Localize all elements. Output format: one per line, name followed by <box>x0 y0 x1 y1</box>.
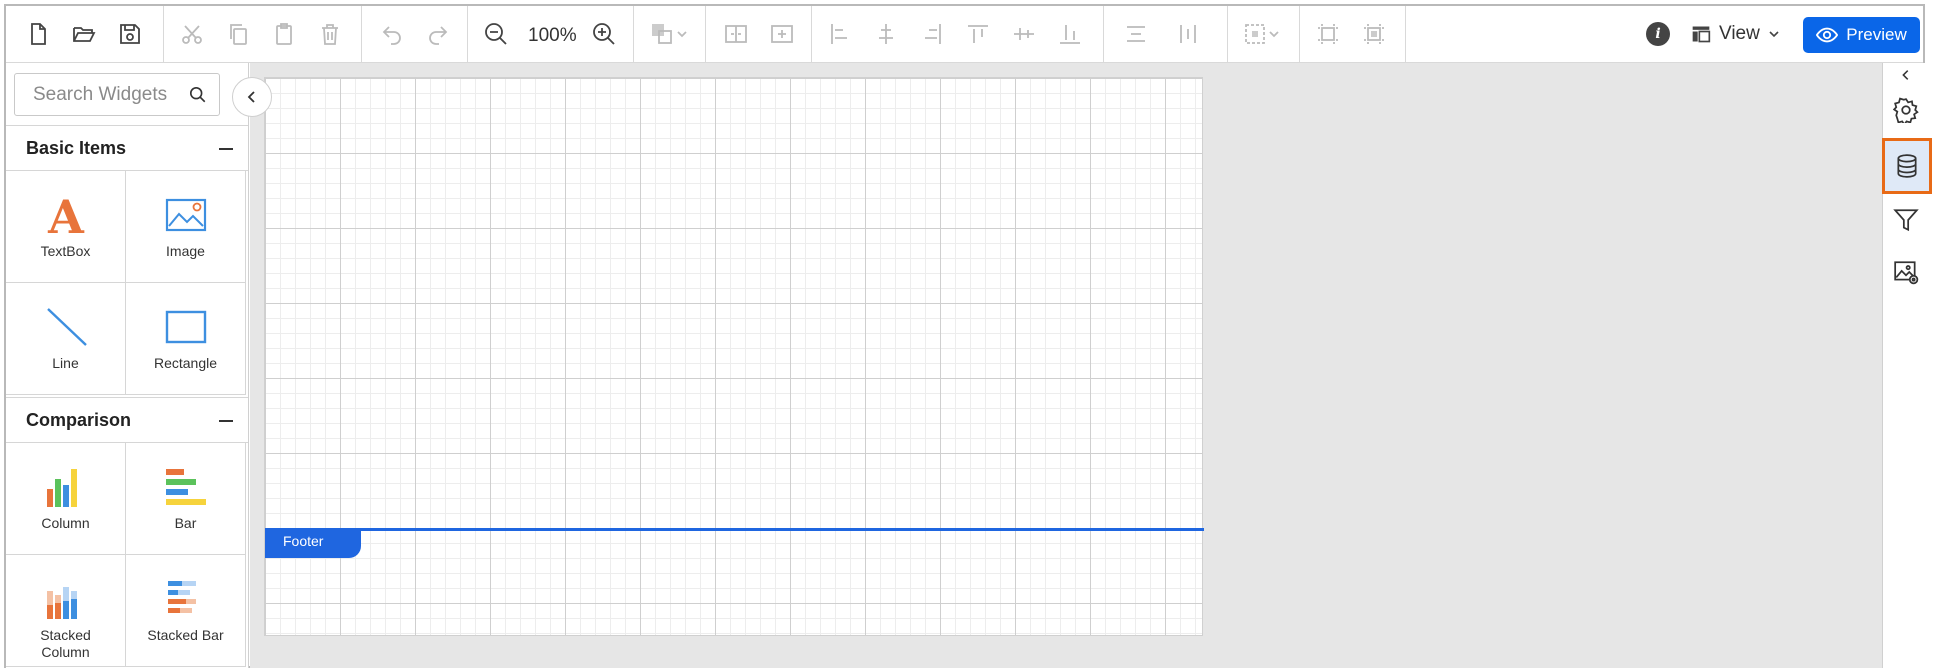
widget-stacked-bar[interactable]: Stacked Bar <box>126 555 246 667</box>
line-icon <box>44 305 88 349</box>
footer-boundary[interactable] <box>265 528 1204 531</box>
paste-icon[interactable] <box>270 20 298 48</box>
history-group <box>362 6 468 62</box>
search-input[interactable] <box>15 74 185 115</box>
group-icon[interactable] <box>722 20 750 48</box>
widget-textbox[interactable]: A TextBox <box>6 171 126 283</box>
collapse-minus-icon[interactable] <box>219 420 233 422</box>
stacked-column-icon <box>44 577 88 621</box>
zoom-out-icon[interactable] <box>482 20 510 48</box>
rectangle-icon <box>164 305 208 349</box>
widget-label: Stacked Column <box>40 627 91 660</box>
size-group <box>1228 6 1300 62</box>
settings-icon[interactable] <box>1887 91 1925 129</box>
order-icon[interactable] <box>648 20 692 48</box>
size-icon[interactable] <box>1242 20 1286 48</box>
align-center-icon[interactable] <box>872 20 900 48</box>
search-icon[interactable] <box>189 86 207 104</box>
fit-group <box>1300 6 1406 62</box>
preview-label: Preview <box>1846 25 1907 44</box>
align-group <box>812 6 1104 62</box>
report-design-surface[interactable]: Footer <box>264 77 1204 636</box>
eye-icon <box>1816 27 1839 43</box>
toolbar: 100% i View Preview <box>6 6 1923 63</box>
stacked-bar-icon <box>164 577 208 621</box>
distribute-horizontal-icon[interactable] <box>1122 20 1150 48</box>
new-file-icon[interactable] <box>24 20 52 48</box>
info-icon[interactable]: i <box>1646 22 1670 46</box>
widget-bar[interactable]: Bar <box>126 443 246 555</box>
svg-text:A: A <box>47 193 85 237</box>
zoom-in-icon[interactable] <box>590 20 618 48</box>
widget-column[interactable]: Column <box>6 443 126 555</box>
distribute-vertical-icon[interactable] <box>1174 20 1202 48</box>
widget-label: Image <box>166 243 205 259</box>
zoom-group: 100% <box>468 6 634 62</box>
delete-icon[interactable] <box>316 20 344 48</box>
footer-tab[interactable]: Footer <box>265 530 361 558</box>
collapse-minus-icon[interactable] <box>219 148 233 150</box>
copy-icon[interactable] <box>224 20 252 48</box>
chevron-down-icon <box>1769 31 1779 38</box>
align-right-icon[interactable] <box>918 20 946 48</box>
section-comparison[interactable]: Comparison <box>6 397 248 443</box>
fit-width-icon[interactable] <box>1314 20 1342 48</box>
ungroup-icon[interactable] <box>768 20 796 48</box>
section-title: Basic Items <box>26 137 127 158</box>
app-window: 100% i View Preview Search Widgets Basic… <box>4 4 1932 668</box>
search-box <box>14 73 220 116</box>
cut-icon[interactable] <box>178 20 206 48</box>
chevron-left-icon <box>247 91 255 103</box>
widget-label: Bar <box>174 515 197 531</box>
view-layout-icon <box>1692 26 1711 43</box>
distribute-group <box>1104 6 1228 62</box>
view-label: View <box>1719 23 1760 44</box>
collapse-icon[interactable] <box>1887 63 1925 87</box>
align-bottom-icon[interactable] <box>1056 20 1084 48</box>
widget-label: Rectangle <box>153 355 218 371</box>
fit-height-icon[interactable] <box>1360 20 1388 48</box>
view-dropdown[interactable]: View <box>1691 20 1780 48</box>
redo-icon[interactable] <box>424 20 452 48</box>
save-icon[interactable] <box>116 20 144 48</box>
group-group <box>706 6 812 62</box>
bar-chart-icon <box>164 465 208 509</box>
preview-button[interactable]: Preview <box>1803 17 1920 53</box>
widget-label: Stacked Bar <box>147 627 224 643</box>
align-middle-icon[interactable] <box>1010 20 1038 48</box>
filter-icon[interactable] <box>1887 201 1925 239</box>
open-folder-icon[interactable] <box>70 20 98 48</box>
textbox-icon: A <box>44 193 88 237</box>
widget-label: TextBox <box>40 243 91 259</box>
widget-line[interactable]: Line <box>6 283 126 395</box>
align-left-icon[interactable] <box>826 20 854 48</box>
undo-icon[interactable] <box>378 20 406 48</box>
widget-label: Column <box>41 515 90 531</box>
section-basic-items[interactable]: Basic Items <box>6 125 248 171</box>
edit-group <box>164 6 362 62</box>
widget-stacked-column[interactable]: Stacked Column <box>6 555 126 667</box>
image-manager-icon[interactable] <box>1887 253 1925 291</box>
order-group <box>634 6 706 62</box>
design-canvas-area: Footer <box>250 63 1882 668</box>
widget-panel: Basic Items A TextBox Image Line Rect <box>6 63 249 668</box>
zoom-level[interactable]: 100% <box>528 25 577 47</box>
properties-panel <box>1882 63 1932 668</box>
column-chart-icon <box>44 465 88 509</box>
data-icon[interactable] <box>1882 138 1932 194</box>
widget-label: Line <box>52 355 79 371</box>
align-top-icon[interactable] <box>964 20 992 48</box>
collapse-panel-button[interactable] <box>232 77 272 117</box>
image-icon <box>164 193 208 237</box>
file-group <box>6 6 164 62</box>
widget-rectangle[interactable]: Rectangle <box>126 283 246 395</box>
widget-image[interactable]: Image <box>126 171 246 283</box>
section-title: Comparison <box>26 409 132 430</box>
